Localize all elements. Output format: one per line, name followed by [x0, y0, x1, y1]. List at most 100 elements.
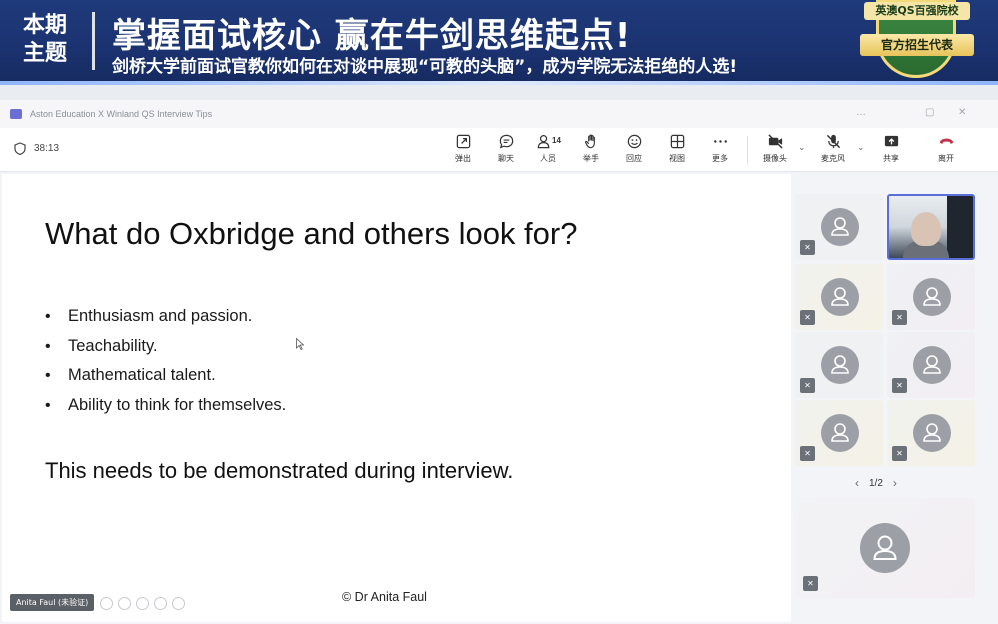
- participant-tile[interactable]: ✕: [795, 332, 883, 398]
- view-label: 视图: [669, 154, 685, 163]
- mic-muted-icon: ✕: [892, 310, 907, 325]
- react-icon: [627, 134, 641, 149]
- view-button[interactable]: 视图: [657, 133, 697, 169]
- mouse-cursor-icon: [296, 338, 304, 350]
- banner-tag-line2: 主题: [22, 41, 67, 66]
- avatar: [913, 278, 951, 316]
- raise-hand-icon: [584, 134, 595, 149]
- participant-tile[interactable]: ✕: [887, 400, 975, 466]
- pager-text: 1/2: [869, 477, 883, 489]
- fit-icon[interactable]: [136, 597, 149, 610]
- video-feed-dark-area: [947, 196, 973, 258]
- mic-label: 麦克风: [821, 154, 845, 163]
- people-button[interactable]: 14 人员: [528, 133, 568, 169]
- slide-bullet: • Teachability.: [45, 336, 158, 355]
- slide-bullet: • Ability to think for themselves.: [45, 395, 287, 414]
- slide-copyright: © Dr Anita Faul: [342, 590, 427, 604]
- leave-label: 离开: [938, 154, 954, 163]
- badge-ribbon-text: 官方招生代表: [860, 34, 974, 56]
- timer-text: 38:13: [34, 143, 60, 154]
- avatar: [821, 208, 859, 246]
- react-label: 回应: [626, 154, 642, 163]
- camera-options-chevron-icon[interactable]: ⌄: [798, 142, 806, 153]
- slide-bullet: • Enthusiasm and passion.: [45, 307, 253, 325]
- mic-muted-icon: ✕: [892, 378, 907, 393]
- window-maximize-button[interactable]: ▢: [925, 107, 934, 118]
- mic-options-chevron-icon[interactable]: ⌄: [857, 142, 865, 153]
- person-icon: [831, 217, 849, 236]
- slide-bullet: • Mathematical talent.: [45, 366, 216, 384]
- camera-button[interactable]: 摄像头: [755, 133, 795, 169]
- mic-muted-icon: ✕: [803, 576, 818, 591]
- person-icon: [923, 287, 941, 306]
- raise-hand-label: 举手: [583, 154, 599, 163]
- mic-button[interactable]: 麦克风: [813, 133, 853, 169]
- meeting-toolbar: 38:13 弹出 聊天 14 人员 举手 回应 视图 更多 摄像头 ⌄ 麦克风 …: [0, 128, 998, 172]
- avatar: [821, 414, 859, 452]
- participant-video-tile[interactable]: [887, 194, 975, 260]
- person-icon: [923, 355, 941, 374]
- window-title: Aston Education X Winland QS Interview T…: [30, 109, 213, 119]
- chat-button[interactable]: 聊天: [486, 133, 526, 169]
- participant-tile[interactable]: ✕: [795, 400, 883, 466]
- participant-tile[interactable]: ✕: [795, 194, 883, 260]
- video-icon[interactable]: [154, 597, 167, 610]
- chevron-left-icon[interactable]: ‹: [855, 476, 859, 490]
- raise-hand-button[interactable]: 举手: [571, 133, 611, 169]
- chat-label: 聊天: [498, 154, 514, 163]
- participant-tile[interactable]: ✕: [887, 332, 975, 398]
- popout-button[interactable]: 弹出: [443, 133, 483, 169]
- more-label: 更多: [712, 154, 728, 163]
- more-icon: [713, 140, 727, 143]
- more-icon[interactable]: [172, 597, 185, 610]
- view-icon: [670, 134, 684, 149]
- presenter-mini-controls: [100, 597, 185, 610]
- person-icon: [831, 423, 849, 442]
- react-button[interactable]: 回应: [614, 133, 654, 169]
- people-icon: [537, 135, 550, 149]
- slide-title: What do Oxbridge and others look for?: [45, 216, 578, 251]
- presenter-name-tag: Anita Faul (未验证): [10, 594, 95, 611]
- video-person-head: [911, 212, 941, 246]
- chevron-right-icon[interactable]: ›: [893, 476, 897, 490]
- title-bar: Aston Education X Winland QS Interview T…: [0, 100, 998, 128]
- slide-note: This needs to be demonstrated during int…: [45, 458, 514, 483]
- avatar: [913, 414, 951, 452]
- camera-label: 摄像头: [763, 154, 787, 163]
- mic-muted-icon: ✕: [800, 378, 815, 393]
- mic-muted-icon: ✕: [892, 446, 907, 461]
- leave-button[interactable]: 离开: [926, 133, 966, 169]
- window-more-button[interactable]: …: [856, 107, 866, 118]
- avatar: [860, 523, 910, 573]
- person-icon: [923, 423, 941, 442]
- banner-tag-line1: 本期: [22, 13, 67, 38]
- avatar: [821, 278, 859, 316]
- avatar: [913, 346, 951, 384]
- meeting-window: Aston Education X Winland QS Interview T…: [0, 100, 998, 624]
- window-close-button[interactable]: ✕: [958, 107, 966, 118]
- toolbar-separator: [747, 136, 748, 164]
- mic-muted-icon: ✕: [800, 446, 815, 461]
- participant-tile[interactable]: ✕: [887, 264, 975, 330]
- person-icon: [873, 535, 897, 560]
- more-button[interactable]: 更多: [700, 133, 740, 169]
- chat-icon: [499, 134, 513, 149]
- people-count: 14: [552, 136, 561, 145]
- qs-badge: 英澳QS百强院校 官方招生代表: [858, 0, 976, 80]
- person-icon: [831, 355, 849, 374]
- popout-icon: [456, 134, 470, 149]
- share-label: 共享: [883, 154, 899, 163]
- mic-muted-icon: ✕: [800, 310, 815, 325]
- share-button[interactable]: 共享: [871, 133, 911, 169]
- zoom-in-icon[interactable]: [118, 597, 131, 610]
- teams-app-icon: [10, 109, 22, 119]
- mic-off-icon: [826, 134, 840, 149]
- people-label: 人员: [540, 154, 556, 163]
- shield-check-icon: [14, 142, 26, 155]
- zoom-out-icon[interactable]: [100, 597, 113, 610]
- camera-off-icon: [767, 134, 783, 149]
- banner-title: 掌握面试核心 赢在牛剑思维起点!: [112, 16, 632, 56]
- participant-tile-large[interactable]: ✕: [795, 498, 975, 598]
- share-icon: [884, 135, 898, 147]
- participant-tile[interactable]: ✕: [795, 264, 883, 330]
